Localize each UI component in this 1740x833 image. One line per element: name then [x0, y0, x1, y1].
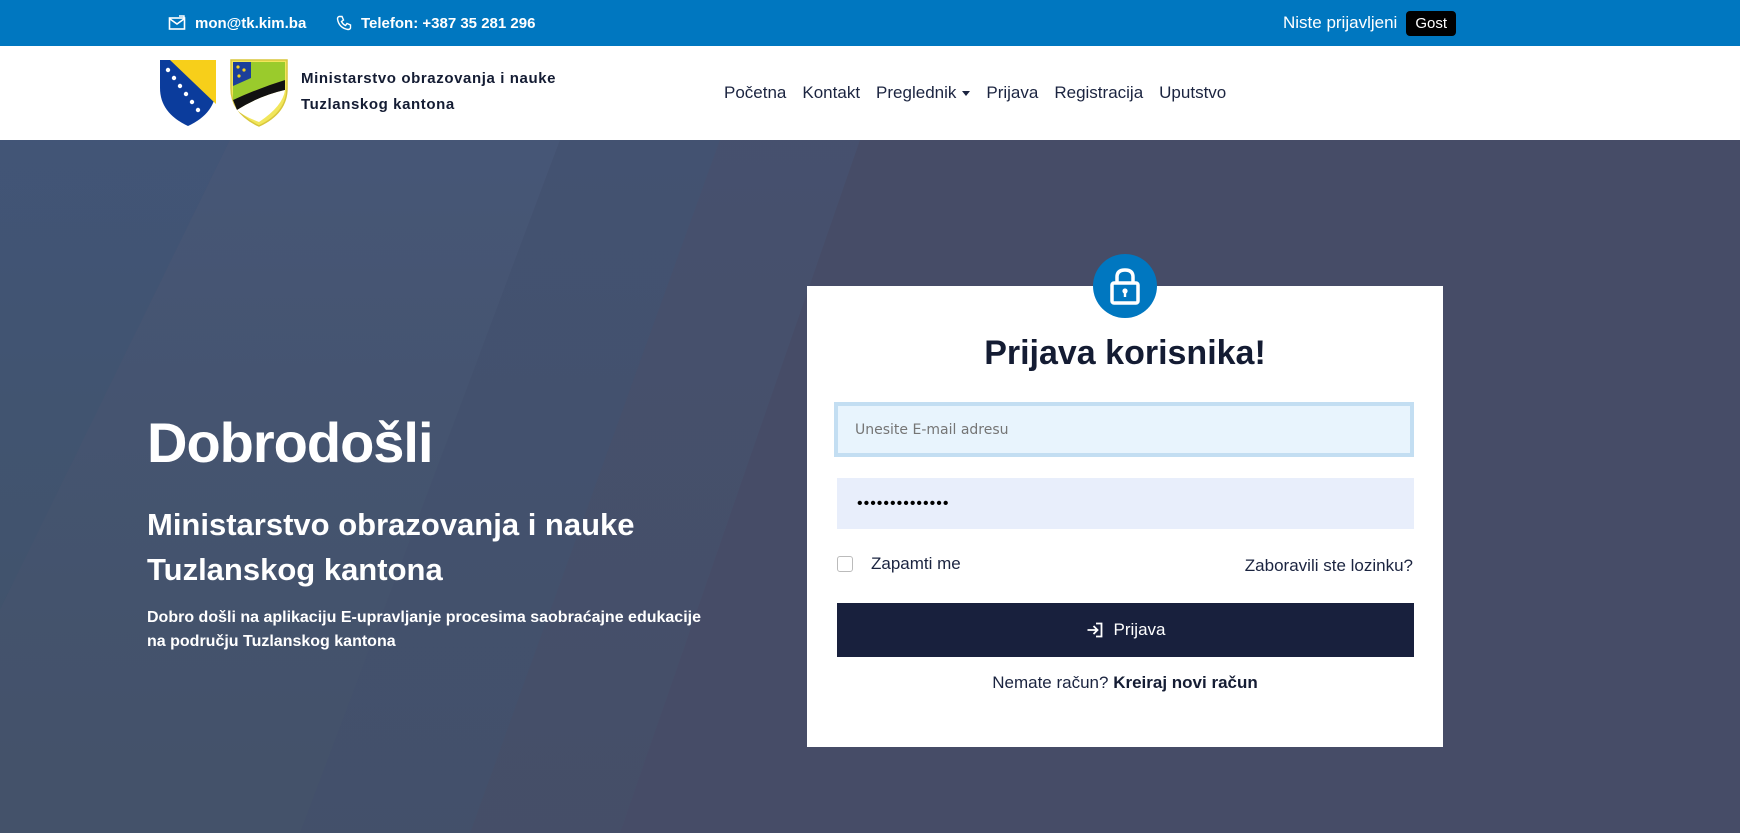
user-badge: Gost [1406, 10, 1456, 36]
top-bar: mon@tk.kim.ba Telefon: +387 35 281 296 N… [0, 0, 1740, 46]
remember-me[interactable]: Zapamti me [837, 554, 961, 574]
email-input[interactable] [834, 402, 1414, 457]
brand-name[interactable]: Ministarstvo obrazovanja i nauke Tuzlans… [301, 66, 556, 118]
contact-phone[interactable]: Telefon: +387 35 281 296 [336, 0, 535, 46]
create-account-link[interactable]: Kreiraj novi račun [1113, 673, 1258, 692]
hero-subtitle: Ministarstvo obrazovanja i nauke Tuzlans… [147, 502, 747, 592]
login-title: Prijava korisnika! [984, 334, 1266, 372]
login-card: Prijava korisnika! Zapamti me Zaboravili… [807, 286, 1443, 747]
caret-down-icon [962, 90, 971, 96]
signup-prompt: Nemate račun? Kreiraj novi račun [807, 673, 1443, 693]
nav-login[interactable]: Prijava [986, 83, 1038, 103]
forgot-password-link[interactable]: Zaboravili ste lozinku? [1245, 556, 1413, 576]
envelope-icon [168, 15, 186, 30]
bih-coat-of-arms-logo[interactable] [158, 58, 218, 128]
login-button[interactable]: Prijava [837, 603, 1414, 657]
brand-line-2: Tuzlanskog kantona [301, 96, 455, 113]
nav-register[interactable]: Registracija [1054, 83, 1143, 103]
brand-line-1: Ministarstvo obrazovanja i nauke [301, 70, 557, 87]
contact-email[interactable]: mon@tk.kim.ba [168, 0, 306, 46]
login-button-label: Prijava [1113, 620, 1166, 639]
nav-browser-dropdown[interactable]: Preglednik [876, 83, 971, 103]
welcome-heading: Dobrodošli [147, 411, 434, 474]
phone-text: Telefon: +387 35 281 296 [361, 14, 536, 32]
nav-home[interactable]: Početna [724, 83, 786, 103]
remember-me-label: Zapamti me [871, 554, 961, 573]
phone-icon [336, 15, 352, 31]
lock-icon [1110, 268, 1140, 305]
hero-subtitle-line-2: Tuzlanskog kantona [147, 552, 443, 587]
hero-description: Dobro došli na aplikaciju E-upravljanje … [147, 609, 701, 650]
password-input[interactable] [837, 478, 1414, 529]
nav-browser-label: Preglednik [876, 83, 957, 102]
main-nav: Početna Kontakt Preglednik Prijava Regis… [724, 46, 1242, 140]
sign-in-icon [1087, 622, 1102, 638]
nav-contact[interactable]: Kontakt [802, 83, 860, 103]
no-account-text: Nemate račun? [992, 673, 1109, 692]
remember-me-checkbox[interactable] [837, 556, 853, 572]
lock-badge [1093, 254, 1157, 318]
nav-guide[interactable]: Uputstvo [1159, 83, 1226, 103]
login-status: Niste prijavljeni Gost [1283, 0, 1456, 46]
hero-subtitle-line-1: Ministarstvo obrazovanja i nauke [147, 507, 635, 542]
header: Ministarstvo obrazovanja i nauke Tuzlans… [0, 46, 1740, 140]
login-status-text: Niste prijavljeni [1282, 13, 1398, 32]
email-text: mon@tk.kim.ba [195, 14, 307, 32]
tk-coat-of-arms-logo[interactable] [229, 58, 289, 128]
